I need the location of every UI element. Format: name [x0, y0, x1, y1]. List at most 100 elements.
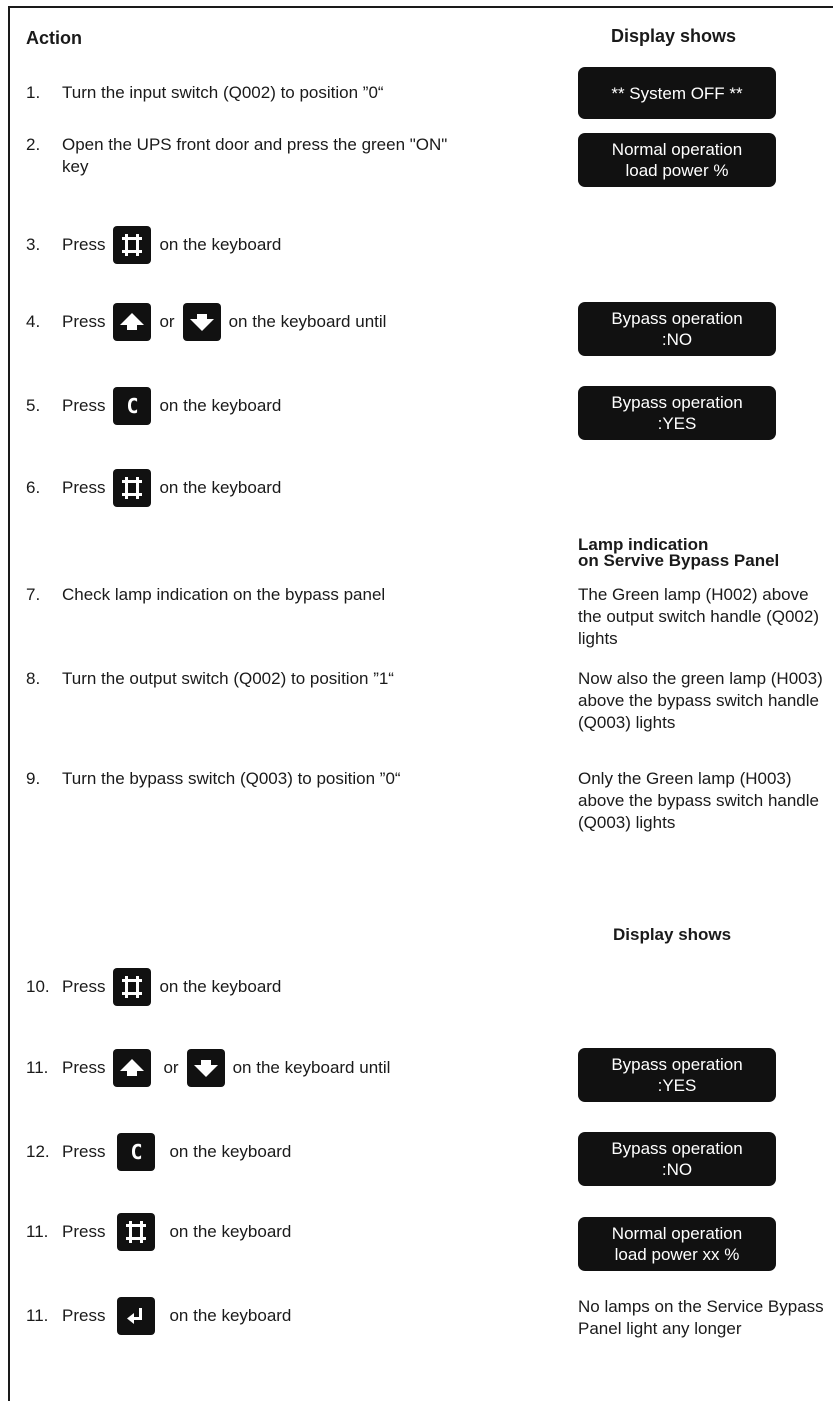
- display-line-2: :NO: [661, 330, 693, 349]
- step-2: 2. Open the UPS front door and press the …: [26, 134, 462, 178]
- display-normal-operation-2: Normal operation load power xx %: [578, 1217, 776, 1271]
- step-post-text: on the keyboard: [169, 1306, 292, 1325]
- lamp-indication-header-2: on Servive Bypass Panel: [578, 551, 780, 570]
- step-text: Turn the output switch (Q002) to positio…: [62, 669, 394, 688]
- display-line-1: Bypass operation: [611, 393, 743, 412]
- step-5: 5. Press C on the keyboard: [26, 387, 281, 425]
- menu-key: [113, 968, 152, 1006]
- step-post-text: on the keyboard: [159, 396, 282, 415]
- step-pre-text: Press: [62, 396, 106, 415]
- lamp-note-2: Now also the green lamp (H003) above the…: [578, 669, 823, 732]
- step-6: 6. Press on the keyboard: [26, 469, 281, 507]
- step-4: 4. Press or on the keyboard until: [26, 303, 386, 341]
- display-shows-header: Display shows: [611, 26, 737, 46]
- step-10: 10. Press on the keyboard: [26, 968, 281, 1006]
- frame-border-top: [8, 6, 833, 8]
- step-number: 3.: [26, 235, 41, 254]
- display-system-off: ** System OFF **: [578, 67, 776, 119]
- arrow-up-key: [113, 1049, 152, 1087]
- display-line-1: Bypass operation: [611, 1055, 743, 1074]
- step-number: 12.: [26, 1142, 50, 1161]
- lamp-note-4: No lamps on the Service Bypass Panel lig…: [578, 1297, 824, 1338]
- arrow-down-key: [186, 1049, 225, 1087]
- enter-key: [117, 1297, 156, 1335]
- step-14: 11. Press on the keyboard: [26, 1297, 291, 1335]
- step-text: Turn the input switch (Q002) to position…: [62, 83, 384, 102]
- step-pre-text: Press: [62, 1306, 106, 1325]
- display-line-2: :YES: [657, 414, 697, 433]
- step-number: 6.: [26, 478, 41, 497]
- display-line-2: load power xx %: [614, 1245, 740, 1264]
- step-number: 11.: [26, 1222, 49, 1241]
- display-line-2: :NO: [661, 1160, 693, 1179]
- instruction-page: Action Display shows 1. Turn the input sw…: [0, 0, 833, 1401]
- arrow-up-icon: [120, 1059, 145, 1076]
- step-post-text: on the keyboard until: [228, 312, 387, 331]
- step-8: 8. Turn the output switch (Q002) to posit…: [26, 668, 394, 690]
- menu-key-icon: [126, 1221, 147, 1243]
- step-12: 12. Press C on the keyboard: [26, 1133, 291, 1171]
- step-post-text: on the keyboard: [159, 977, 282, 996]
- c-key: C: [117, 1133, 156, 1171]
- step-pre-text: Press: [62, 478, 106, 497]
- step-3: 3. Press on the keyboard: [26, 226, 281, 264]
- step-pre-text: Press: [62, 977, 106, 996]
- step-post-text: on the keyboard until: [232, 1058, 391, 1077]
- step-number: 11.: [26, 1306, 49, 1325]
- step-pre-text: Press: [62, 1058, 106, 1077]
- step-number: 5.: [26, 396, 41, 415]
- step-11: 11. Press or on the keyboard until: [26, 1049, 390, 1087]
- step-number: 7.: [26, 585, 41, 604]
- menu-key: [117, 1213, 156, 1251]
- display-line-1: Bypass operation: [611, 309, 743, 328]
- menu-key-icon: [122, 477, 143, 499]
- menu-key-icon: [122, 976, 143, 998]
- step-post-text: on the keyboard: [169, 1222, 292, 1241]
- step-mid-text: or: [159, 312, 175, 331]
- arrow-down-icon: [193, 1060, 218, 1077]
- step-text: Check lamp indication on the bypass pane…: [62, 585, 386, 604]
- display-line-1: Bypass operation: [611, 1139, 743, 1158]
- display-bypass-yes-2: Bypass operation :YES: [578, 1048, 776, 1102]
- display-bypass-no-2: Bypass operation :NO: [578, 1132, 776, 1186]
- c-key: C: [113, 387, 152, 425]
- display-bypass-yes: Bypass operation :YES: [578, 386, 776, 440]
- step-7: 7. Check lamp indication on the bypass pa…: [26, 584, 385, 606]
- display-line-1: Normal operation: [611, 140, 743, 159]
- step-mid-text: or: [163, 1058, 179, 1077]
- display-line-2: load power %: [625, 161, 729, 180]
- step-number: 1.: [26, 83, 41, 102]
- menu-key: [113, 469, 152, 507]
- step-number: 8.: [26, 669, 41, 688]
- step-pre-text: Press: [62, 1142, 106, 1161]
- menu-key: [113, 226, 152, 264]
- step-number: 11.: [26, 1058, 49, 1077]
- arrow-down-key: [182, 303, 221, 341]
- enter-icon: [127, 1308, 143, 1324]
- display-bypass-no: Bypass operation :NO: [578, 302, 776, 356]
- step-1: 1. Turn the input switch (Q002) to positi…: [26, 82, 384, 104]
- step-post-text: on the keyboard: [159, 478, 282, 497]
- display-line-1: ** System OFF **: [611, 83, 743, 103]
- step-13: 11. Press on the keyboard: [26, 1213, 291, 1251]
- step-number: 4.: [26, 312, 41, 331]
- arrow-up-key: [113, 303, 152, 341]
- step-number: 2.: [26, 135, 41, 154]
- step-9: 9. Turn the bypass switch (Q003) to posit…: [26, 768, 401, 790]
- step-pre-text: Press: [62, 312, 106, 331]
- step-pre-text: Press: [62, 235, 106, 254]
- menu-key-icon: [122, 234, 143, 256]
- step-post-text: on the keyboard: [159, 235, 282, 254]
- step-text: Open the UPS front door and press the gr…: [62, 135, 448, 176]
- step-number: 9.: [26, 769, 41, 788]
- lamp-note-3: Only the Green lamp (H003) above the byp…: [578, 769, 819, 832]
- arrow-up-icon: [120, 313, 145, 330]
- display-normal-operation: Normal operation load power %: [578, 133, 776, 187]
- step-post-text: on the keyboard: [169, 1142, 292, 1161]
- step-pre-text: Press: [62, 1222, 106, 1241]
- action-header: Action: [26, 28, 82, 48]
- display-line-1: Normal operation: [611, 1224, 743, 1243]
- arrow-down-icon: [189, 314, 214, 331]
- lamp-note-1: The Green lamp (H002) above the output s…: [578, 585, 819, 648]
- display-line-2: :YES: [657, 1076, 697, 1095]
